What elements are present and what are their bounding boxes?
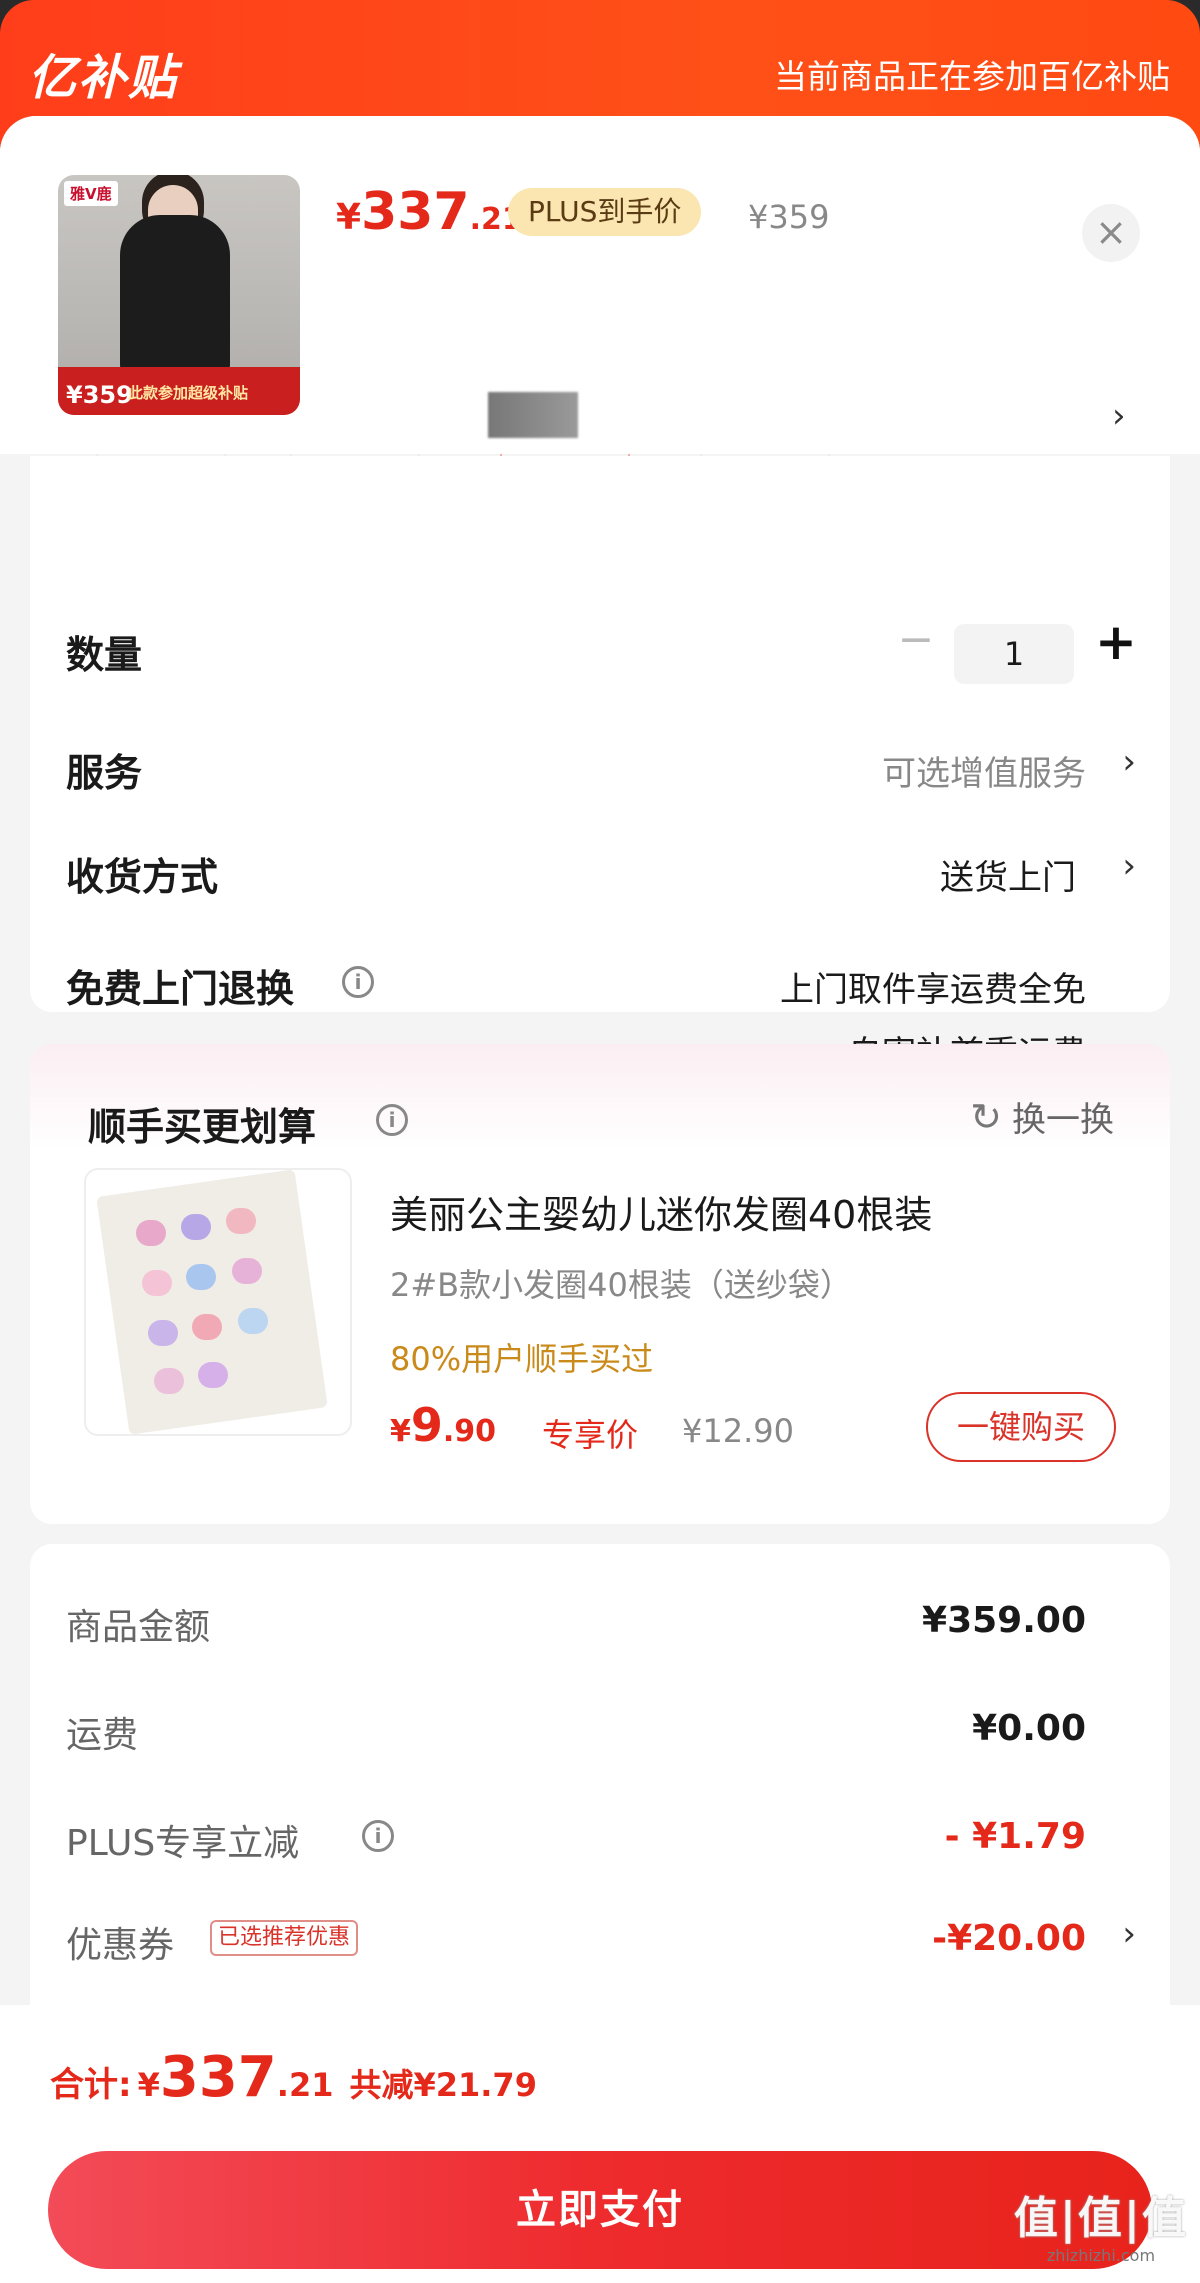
addon-exclusive-label: 专享价	[542, 1416, 639, 1454]
refresh-icon: ↻	[970, 1094, 1002, 1139]
order-options-card: 数量 服务 可选增值服务 › 收货方式 送货上门 › 免费上门退换 i 上门取件…	[30, 456, 1170, 1074]
hair-tie-shape	[198, 1362, 228, 1388]
swap-button[interactable]: ↻ 换一换	[970, 1092, 1114, 1141]
total-integer: 337	[159, 2045, 277, 2110]
chevron-right-icon[interactable]: ›	[1122, 1914, 1136, 1954]
info-icon[interactable]: i	[362, 1820, 394, 1852]
coat-shape	[120, 215, 230, 375]
delivery-label: 收货方式	[66, 855, 219, 899]
order-total: 合计: ¥ 337 .21 共减¥21.79	[50, 2045, 537, 2110]
total-currency: ¥	[137, 2066, 160, 2104]
coupon-label: 优惠券	[66, 1925, 175, 1966]
addon-social-proof: 80%用户顺手买过	[390, 1340, 654, 1378]
hair-tie-shape	[154, 1368, 184, 1394]
hair-tie-shape	[238, 1308, 268, 1334]
pay-now-button[interactable]: 立即支付	[48, 2151, 1152, 2269]
chevron-right-icon[interactable]: ›	[1112, 396, 1126, 436]
chevron-right-icon[interactable]: ›	[1122, 742, 1136, 782]
addon-original-price: ¥12.90	[682, 1412, 794, 1450]
price-currency: ¥	[336, 197, 362, 238]
free-return-label: 免费上门退换	[66, 967, 295, 1011]
shipping-label: 运费	[66, 1715, 139, 1756]
goods-amount-label: 商品金额	[66, 1607, 211, 1648]
plus-discount-value: - ¥1.79	[944, 1816, 1086, 1857]
service-value[interactable]: 可选增值服务	[882, 746, 1086, 795]
subsidy-notice: 当前商品正在参加百亿补贴	[774, 57, 1170, 96]
hair-tie-shape	[186, 1264, 216, 1290]
addon-product-name[interactable]: 美丽公主婴幼儿迷你发圈40根装	[390, 1184, 932, 1239]
shipping-value: ¥0.00	[972, 1708, 1086, 1749]
selected-spec-blurred[interactable]	[488, 392, 578, 438]
addon-title: 顺手买更划算	[88, 1105, 317, 1149]
subsidy-logo-text: 亿补贴	[28, 50, 179, 106]
price-integer: 337	[361, 182, 470, 242]
checkout-sheet: 雅V鹿 ¥359 此款参加超级补贴 ¥ 337 .21 PLUS到手价 ¥359…	[0, 116, 1200, 2283]
addon-price-decimal: .90	[442, 1414, 497, 1449]
quantity-increase-button[interactable]: +	[1094, 612, 1138, 672]
hair-tie-shape	[142, 1270, 172, 1296]
thumbnail-price: ¥359	[66, 381, 133, 409]
product-header: 雅V鹿 ¥359 此款参加超级补贴 ¥ 337 .21 PLUS到手价 ¥359…	[0, 116, 1200, 454]
quantity-label: 数量	[66, 633, 143, 677]
product-thumbnail[interactable]: 雅V鹿 ¥359 此款参加超级补贴	[58, 175, 300, 415]
addon-recommendation-card: 顺手买更划算 i ↻ 换一换 美丽公主婴幼儿迷你发圈40根装 2#B款小发圈40…	[30, 1044, 1170, 1524]
total-label: 合计:	[50, 2065, 132, 2105]
coupon-selected-tag: 已选推荐优惠	[210, 1920, 359, 1956]
original-price: ¥359	[748, 198, 830, 236]
product-price: ¥ 337 .21	[336, 182, 523, 242]
hair-tie-card-shape	[96, 1170, 328, 1434]
plus-price-badge: PLUS到手价	[508, 188, 702, 236]
addon-product-image[interactable]	[84, 1168, 352, 1436]
thumbnail-promo-text: 此款参加超级补贴	[128, 384, 249, 402]
addon-price-integer: 9	[410, 1398, 443, 1452]
info-icon[interactable]: i	[376, 1104, 408, 1136]
addon-price-currency: ¥	[390, 1414, 411, 1449]
watermark-logo: 值|值|值	[1013, 2193, 1188, 2244]
hair-tie-shape	[181, 1214, 211, 1240]
thumbnail-brand: 雅V鹿	[64, 181, 118, 206]
quantity-decrease-button[interactable]: −	[896, 612, 936, 672]
total-saved: 共减¥21.79	[349, 2066, 537, 2104]
delivery-value[interactable]: 送货上门	[940, 850, 1076, 899]
swap-label: 换一换	[1012, 1100, 1114, 1140]
goods-amount-value: ¥359.00	[922, 1600, 1086, 1641]
hair-tie-shape	[226, 1208, 256, 1234]
site-watermark: 值|值|值 zhizhizhi.com	[1014, 2182, 1188, 2265]
hair-tie-shape	[136, 1220, 166, 1246]
service-label: 服务	[66, 751, 143, 795]
watermark-url: zhizhizhi.com	[1046, 2246, 1156, 2265]
chevron-right-icon[interactable]: ›	[1122, 846, 1136, 886]
one-click-buy-button[interactable]: 一键购买	[926, 1392, 1116, 1462]
thumbnail-promo-strip: ¥359 此款参加超级补贴	[58, 367, 300, 415]
quantity-input[interactable]: 1	[954, 624, 1074, 684]
hair-tie-shape	[232, 1258, 262, 1284]
addon-product-spec: 2#B款小发圈40根装（送纱袋）	[390, 1266, 852, 1304]
total-decimal: .21	[276, 2066, 334, 2104]
subsidy-logo: 亿补贴	[28, 38, 178, 108]
addon-price: ¥ 9 .90	[390, 1398, 496, 1452]
close-button[interactable]: ×	[1082, 204, 1140, 262]
hair-tie-shape	[192, 1314, 222, 1340]
free-return-line1: 上门取件享运费全免	[780, 970, 1086, 1010]
coupon-value[interactable]: -¥20.00	[932, 1918, 1086, 1959]
checkout-bottom-bar: 合计: ¥ 337 .21 共减¥21.79 立即支付 值|值|值 zhizhi…	[0, 2005, 1200, 2283]
info-icon[interactable]: i	[342, 966, 374, 998]
plus-discount-label: PLUS专享立减	[66, 1823, 300, 1864]
hair-tie-shape	[148, 1320, 178, 1346]
